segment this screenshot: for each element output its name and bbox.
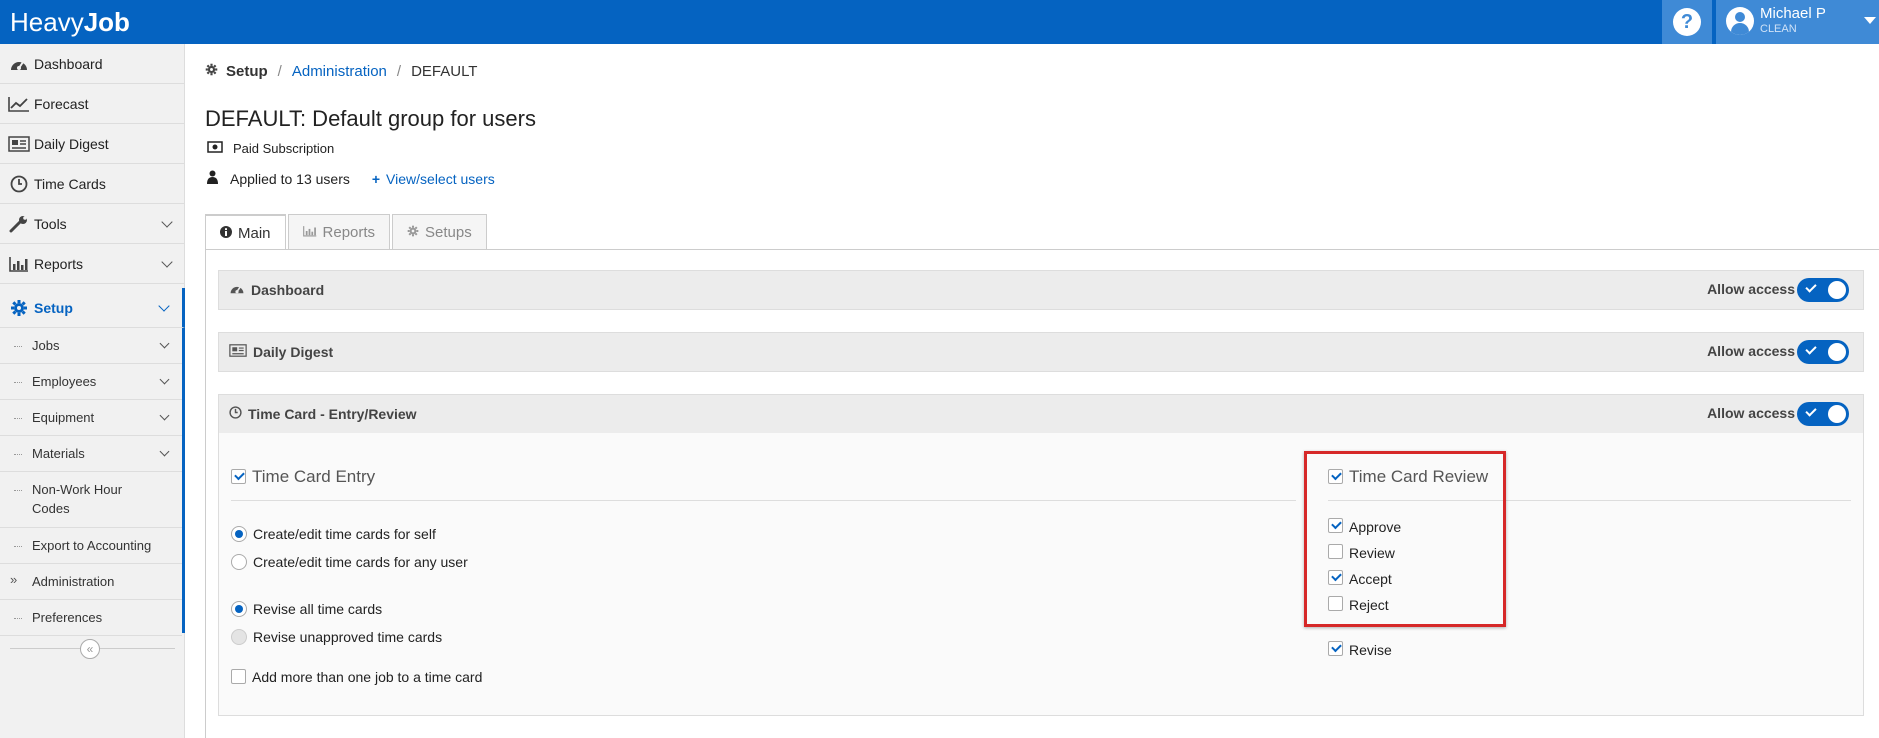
gear-icon [205,63,218,80]
newspaper-icon [229,344,247,360]
sidebar-item-dashboard[interactable]: Dashboard [0,44,185,84]
divider [231,500,1296,501]
breadcrumb-setup: Setup [226,63,268,80]
dashboard-icon [229,282,245,298]
sidebar-subitem-employees[interactable]: Employees [0,364,182,400]
chevron-down-icon [159,410,170,421]
add-more-jobs-checkbox[interactable] [231,669,246,684]
section-dashboard: Dashboard Allow access [218,270,1864,310]
revise-unapproved-label: Revise unapproved time cards [253,629,443,645]
create-any-radio[interactable] [231,554,247,570]
user-name: Michael P [1760,5,1826,22]
clock-icon [229,406,242,422]
sidebar-item-reports[interactable]: Reports [0,244,185,284]
breadcrumb: Setup / Administration / DEFAULT [205,63,477,80]
chevron-down-icon [159,374,170,385]
wrench-icon [6,214,32,234]
gear-icon [6,298,32,318]
avatar-icon [1726,7,1754,35]
allow-access-label: Allow access [1707,343,1795,359]
help-icon: ? [1673,8,1701,36]
newspaper-icon [6,134,32,154]
gear-icon [407,225,419,240]
bar-chart-icon [302,225,317,240]
user-company: CLEAN [1760,23,1797,35]
sidebar-subitem-jobs[interactable]: Jobs [0,328,182,364]
help-button[interactable]: ? [1662,0,1712,44]
revise-label: Revise [1349,642,1392,658]
chevron-down-icon [161,216,173,228]
sidebar-item-time-cards[interactable]: Time Cards [0,164,185,204]
applied-users-info: Applied to 13 users + View/select users [207,170,495,187]
chevron-down-icon [159,338,170,349]
bar-chart-icon [6,254,32,274]
revise-all-radio[interactable] [231,601,247,617]
chevron-down-icon [161,256,173,268]
sidebar-item-forecast[interactable]: Forecast [0,84,185,124]
create-self-radio[interactable] [231,526,247,542]
time-card-entry-label: Time Card Entry [252,467,376,486]
clock-icon [6,174,32,194]
subscription-info: Paid Subscription [207,141,334,156]
allow-access-label: Allow access [1707,405,1795,421]
create-any-label: Create/edit time cards for any user [253,554,468,570]
plus-icon: + [371,170,381,187]
user-icon [207,170,218,187]
sidebar-item-setup[interactable]: Setup [0,288,185,328]
sidebar-item-tools[interactable]: Tools [0,204,185,244]
sidebar: Dashboard Forecast Daily Digest Time Car… [0,44,185,738]
caret-down-icon [1864,17,1876,24]
time-card-access-toggle[interactable] [1797,402,1849,426]
revise-checkbox[interactable] [1328,641,1343,656]
add-more-jobs-label: Add more than one job to a time card [252,669,483,685]
section-title: Time Card - Entry/Review [248,406,417,422]
tab-main[interactable]: Main [205,214,286,250]
daily-digest-access-toggle[interactable] [1797,340,1849,364]
highlight-box [1304,451,1506,627]
section-title: Daily Digest [253,344,334,360]
sidebar-subitem-export-to-accounting[interactable]: Export to Accounting [0,528,182,564]
sidebar-subitem-non-work-hour-codes[interactable]: Non-Work Hour Codes [0,472,182,528]
revise-unapproved-radio[interactable] [231,629,247,645]
dashboard-access-toggle[interactable] [1797,278,1849,302]
setup-submenu: Jobs Employees Equipment Materials Non-W… [0,328,185,636]
allow-access-label: Allow access [1707,281,1795,297]
current-marker-icon: » [10,572,18,587]
section-daily-digest: Daily Digest Allow access [218,332,1864,372]
sidebar-subitem-materials[interactable]: Materials [0,436,182,472]
tab-setups[interactable]: Setups [392,214,487,250]
tab-bar: Main Reports Setups [205,214,489,250]
money-icon [207,141,223,156]
chevron-down-icon [159,446,170,457]
view-select-users-link[interactable]: + View/select users [372,171,495,187]
create-self-label: Create/edit time cards for self [253,526,436,542]
breadcrumb-current: DEFAULT [411,63,478,80]
sidebar-subitem-administration[interactable]: » Administration [0,564,182,600]
user-menu[interactable]: Michael P CLEAN [1716,0,1879,44]
info-icon [220,225,232,241]
tab-reports[interactable]: Reports [287,214,391,250]
sidebar-subitem-equipment[interactable]: Equipment [0,400,182,436]
time-card-entry-checkbox[interactable] [231,469,246,484]
dashboard-icon [6,54,32,74]
breadcrumb-administration-link[interactable]: Administration [292,63,387,80]
top-bar: HeavyJob ? Michael P CLEAN [0,0,1879,44]
sidebar-subitem-preferences[interactable]: Preferences [0,600,182,636]
sidebar-item-daily-digest[interactable]: Daily Digest [0,124,185,164]
collapse-sidebar-button[interactable]: « [80,639,100,659]
app-logo[interactable]: HeavyJob [10,6,130,38]
section-title: Dashboard [251,282,325,298]
chart-line-icon [6,94,32,114]
revise-all-label: Revise all time cards [253,601,383,617]
chevron-down-icon [158,300,170,312]
page-title: DEFAULT: Default group for users [205,106,536,131]
